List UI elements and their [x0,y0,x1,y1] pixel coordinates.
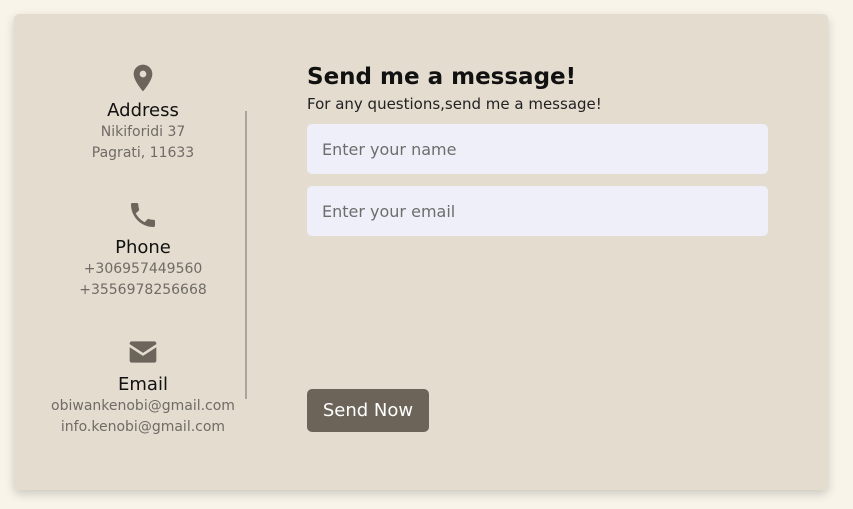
phone-line-2: +3556978256668 [79,282,207,298]
phone-icon [131,203,155,227]
email-title: Email [118,374,168,395]
vertical-divider [245,111,247,399]
form-title: Send me a message! [307,64,577,90]
send-now-button[interactable]: Send Now [307,389,429,432]
address-line-1: Nikiforidi 37 [100,124,186,140]
address-title: Address [107,100,179,121]
phone-line-1: +306957449560 [83,261,203,277]
phone-block: Phone +306957449560 +3556978256668 [14,199,272,301]
contact-card: Address Nikiforidi 37 Pagrati, 11633 Pho… [14,14,828,490]
address-line-2: Pagrati, 11633 [91,145,195,161]
address-block: Address Nikiforidi 37 Pagrati, 11633 [14,62,272,164]
email-line-1: obiwankenobi@gmail.com [51,398,235,414]
email-line-2: info.kenobi@gmail.com [60,419,226,435]
message-form: Send me a message! For any questions,sen… [307,62,768,432]
phone-title: Phone [115,237,171,258]
name-field[interactable] [307,124,768,174]
envelope-icon [129,341,157,363]
contact-info: Address Nikiforidi 37 Pagrati, 11633 Pho… [14,14,272,490]
email-field[interactable] [307,186,768,236]
form-subtitle: For any questions,send me a message! [307,95,602,113]
email-block: Email obiwankenobi@gmail.com info.kenobi… [14,336,272,438]
map-pin-icon [133,64,153,92]
